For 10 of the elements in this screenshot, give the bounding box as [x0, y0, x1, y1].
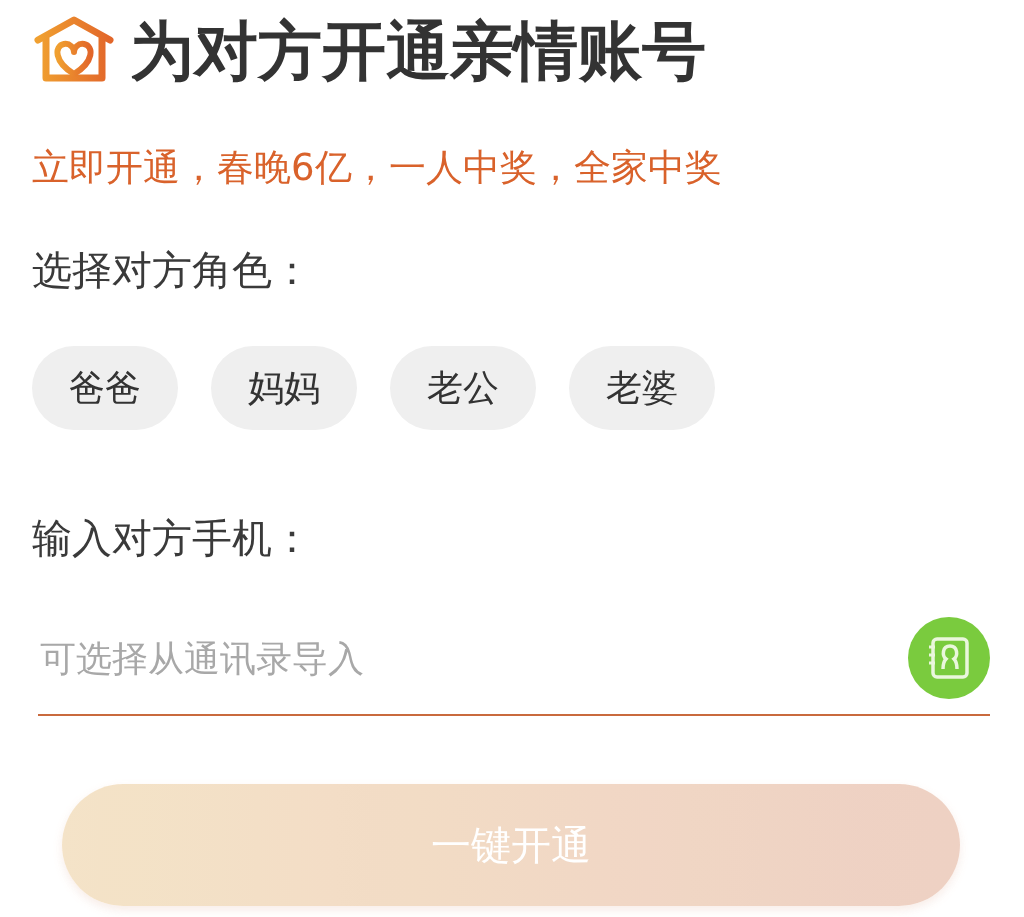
role-option[interactable]: 老婆 [569, 346, 715, 431]
role-option[interactable]: 妈妈 [211, 346, 357, 431]
promo-text: 立即开通，春晚6亿，一人中奖，全家中奖 [32, 146, 723, 191]
role-option[interactable]: 爸爸 [32, 346, 178, 431]
role-label: 选择对方角色： [32, 246, 313, 295]
phone-field[interactable]: 可选择从通讯录导入 [38, 636, 908, 680]
phone-label: 输入对方手机： [32, 514, 313, 563]
contacts-book-icon[interactable] [908, 617, 990, 700]
page-title: 为对方开通亲情账号 [130, 19, 706, 83]
role-option[interactable]: 老公 [390, 346, 536, 431]
